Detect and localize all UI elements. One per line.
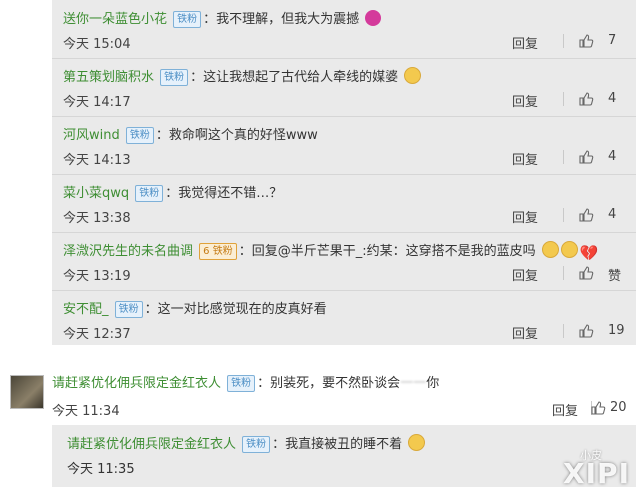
like-label: 赞 [608,269,622,284]
timestamp: 今天 14:17 [63,95,131,110]
username-link[interactable]: 请赶紧优化佣兵限定金红衣人 [67,437,236,452]
divider [563,150,564,164]
replies-panel: 送你一朵蓝色小花 铁粉 ：我不理解，但我大为震撼 今天 15:04 回复 7 第五… [52,0,636,345]
comment-text-end: 你 [426,376,440,391]
doge-face-icon [560,241,578,258]
avatar[interactable] [10,375,44,409]
thumbs-up-icon[interactable] [578,149,594,169]
doge-face-icon [404,67,422,84]
reply-item: 第五策划脑积水 铁粉 ：这让我想起了古代给人牵线的媒婆 今天 14:17 回复 4 [52,58,636,116]
username-link[interactable]: 泽溦沢先生的未名曲调 [63,244,193,259]
like-count: 20 [610,400,627,415]
fan-level: 6 [203,246,210,257]
thumbs-up-icon[interactable] [578,323,594,343]
like-count: 4 [608,91,617,106]
sticker-icon [365,10,382,26]
fan-badge-label: 铁粉 [212,246,233,257]
timestamp: 今天 14:13 [63,153,131,168]
reply-button[interactable]: 回复 [512,33,538,52]
divider [563,92,564,106]
username-link[interactable]: 第五策划脑积水 [63,70,154,85]
username-link[interactable]: 河风wind [63,128,120,143]
reply-item: 泽溦沢先生的未名曲调 6 铁粉 ：回复@半斤芒果干_:约某：这穿搭不是我的蓝皮吗 … [52,232,636,290]
reply-button[interactable]: 回复 [552,400,578,419]
comment-text: 救命啊这个真的好怪www [168,128,318,143]
timestamp: 今天 15:04 [63,37,131,52]
timestamp: 今天 11:35 [67,462,135,477]
fan-level-badge[interactable]: 6 铁粉 [199,243,237,260]
reply-button[interactable]: 回复 [512,149,538,168]
doge-face-icon [541,241,559,258]
comment-text: 这一对比感觉现在的皮真好看 [157,302,327,317]
comment-text: 我觉得还不错…？ [178,186,283,201]
fan-badge[interactable]: 铁粉 [173,11,202,28]
watermark-logo: 小皮 XIPI [510,447,630,490]
thumbs-up-icon[interactable] [578,265,594,285]
divider [563,34,564,48]
reply-button[interactable]: 回复 [512,323,538,342]
main-comment: 请赶紧优化佣兵限定金红衣人 铁粉 ：别装死，要不然卧谈会一一你 今天 11:34 … [0,362,640,422]
reply-item: 送你一朵蓝色小花 铁粉 ：我不理解，但我大为震撼 今天 15:04 回复 7 [63,10,617,53]
username-link[interactable]: 请赶紧优化佣兵限定金红衣人 [52,376,221,391]
comment-text: 别装死，要不然卧谈会 [270,376,401,391]
fan-badge[interactable]: 铁粉 [125,127,154,144]
fan-badge[interactable]: 铁粉 [227,375,256,392]
reply-item: 河风wind 铁粉 ：救命啊这个真的好怪www 今天 14:13 回复 4 [63,127,617,169]
divider [563,208,564,222]
comment-text: 这让我想起了古代给人牵线的媒婆 [203,70,399,85]
reply-button[interactable]: 回复 [512,265,538,284]
timestamp: 今天 13:19 [63,269,131,284]
comment-text: 我直接被丑的睡不着 [285,437,403,452]
fan-badge[interactable]: 铁粉 [114,301,143,318]
username-link[interactable]: 菜小菜qwq [63,186,129,201]
thumbs-up-icon[interactable] [578,207,594,227]
broken-heart-icon: 💔 [579,244,599,262]
like-count: 4 [608,149,617,164]
timestamp: 今天 13:38 [63,211,131,226]
comment-text: 我不理解，但我大为震撼 [216,12,360,27]
thumbs-up-icon[interactable] [578,33,594,53]
timestamp: 今天 12:37 [63,327,131,342]
reply-item: 安不配_ 铁粉 ：这一对比感觉现在的皮真好看 今天 12:37 回复 19 [63,301,625,343]
like-count: 19 [608,323,625,338]
like-count: 7 [608,33,617,48]
reply-button[interactable]: 回复 [512,207,538,226]
timestamp: 今天 11:34 [52,404,120,419]
fan-badge[interactable]: 铁粉 [160,69,189,86]
reply-button[interactable]: 回复 [512,91,538,110]
blurred-text: 一一 [400,376,427,391]
fan-badge[interactable]: 铁粉 [135,185,164,202]
username-link[interactable]: 送你一朵蓝色小花 [63,12,167,27]
sleepy-face-icon [408,434,426,451]
like-count: 4 [608,207,617,222]
divider [563,266,564,280]
comment-text: 回复@半斤芒果干_:约某：这穿搭不是我的蓝皮吗 [251,244,536,259]
username-link[interactable]: 安不配_ [63,302,109,317]
reply-item: 菜小菜qwq 铁粉 ：我觉得还不错…？ 今天 13:38 回复 4 [63,185,617,227]
divider [563,324,564,338]
fan-badge[interactable]: 铁粉 [242,436,271,453]
thumbs-up-icon[interactable] [578,91,594,111]
watermark-large: XIPI [563,457,630,490]
